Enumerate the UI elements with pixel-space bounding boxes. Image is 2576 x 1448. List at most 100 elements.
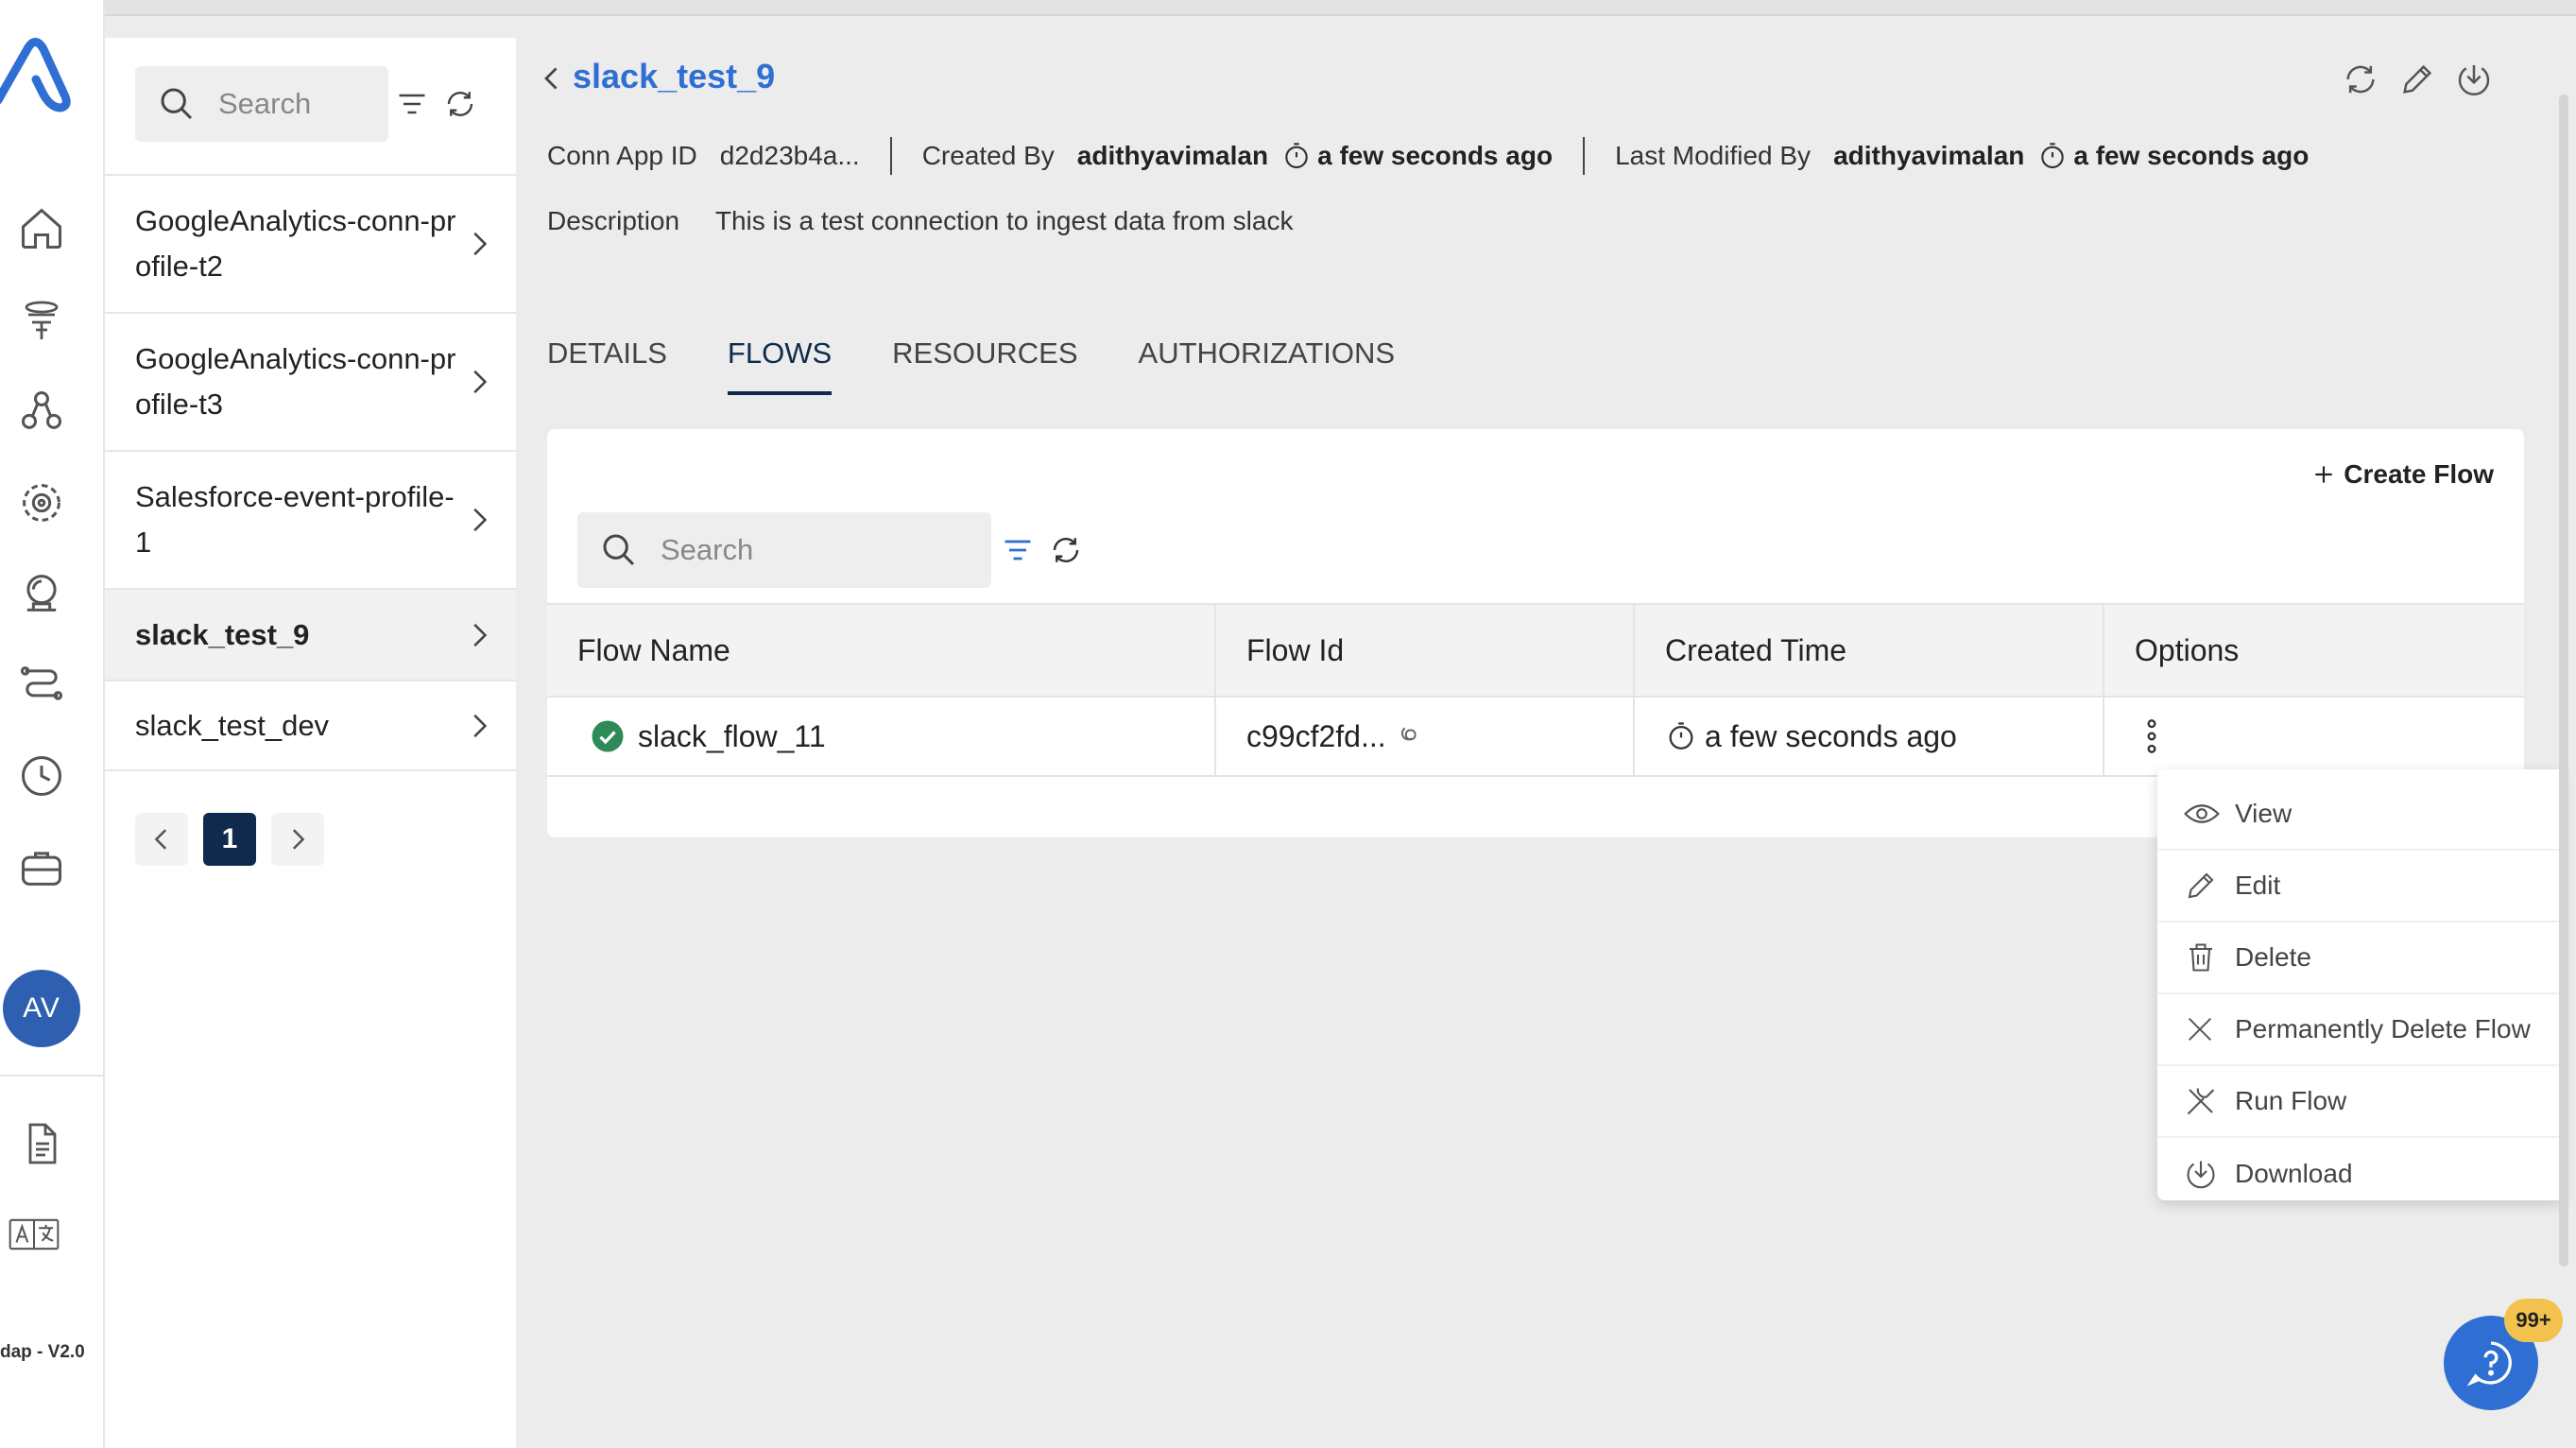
menu-item-permanently-delete[interactable]: Permanently Delete Flow [2157,994,2564,1066]
list-item-label: GoogleAnalytics-conn-pr [135,204,456,237]
connection-list-panel: Search GoogleAnalytics-conn-pr ofile-t2 G… [105,38,516,1448]
list-item[interactable]: Salesforce-event-profile- 1 [105,450,516,588]
conn-app-id-label: Conn App ID [547,141,697,170]
filter-icon[interactable] [394,87,430,121]
detail-tabs: DETAILS FLOWS RESOURCES AUTHORIZATIONS [547,336,1455,395]
monitor-icon[interactable] [13,565,70,622]
settings-icon[interactable] [13,474,70,531]
nav-rail: AV dap - V2.0 [0,0,105,1448]
list-item[interactable]: GoogleAnalytics-conn-pr ofile-t3 [105,312,516,450]
tab-details[interactable]: DETAILS [547,336,667,395]
tools-icon [2184,1084,2222,1118]
list-search-input[interactable]: Search [135,66,388,142]
page-number-button[interactable]: 1 [203,813,256,866]
rail-divider [0,1075,105,1077]
trash-icon [2184,940,2222,974]
filter-icon[interactable] [1000,533,1036,567]
column-header[interactable]: Created Time [1635,605,2104,696]
menu-item-edit[interactable]: Edit [2157,851,2564,922]
close-icon [2184,1013,2222,1045]
menu-item-label: Run Flow [2235,1086,2347,1115]
meta-divider [1583,137,1586,175]
created-time: a few seconds ago [1317,141,1554,170]
list-item[interactable]: GoogleAnalytics-conn-pr ofile-t2 [105,174,516,312]
download-icon[interactable] [2455,60,2493,98]
menu-item-label: View [2235,799,2293,828]
list-item-label: 1 [135,526,152,559]
flow-name[interactable]: slack_flow_11 [638,719,826,754]
refresh-icon[interactable] [1049,533,1083,567]
conn-app-id-value: d2d23b4a... [719,141,860,170]
create-flow-button[interactable]: Create Flow [2311,459,2494,490]
table-row[interactable]: slack_flow_11 c99cf2fd... a few seconds … [547,698,2524,777]
home-icon[interactable] [13,200,70,257]
chevron-right-icon [469,367,489,397]
menu-item-delete[interactable]: Delete [2157,922,2564,994]
menu-item-run-flow[interactable]: Run Flow [2157,1066,2564,1138]
search-icon [603,534,635,566]
copy-icon[interactable] [1396,724,1420,749]
created-by-label: Created By [921,141,1055,170]
chevron-right-icon [469,229,489,259]
pipeline-icon[interactable] [13,657,70,714]
check-circle-icon [591,719,625,753]
translate-icon[interactable] [6,1206,62,1263]
refresh-icon[interactable] [443,87,477,121]
prev-page-button[interactable] [135,813,188,866]
created-time-cell: a few seconds ago [1635,698,2104,775]
table-header: Flow Name Flow Id Created Time Options [547,603,2524,698]
app-version: dap - V2.0 [0,1342,85,1362]
modified-by-user: adithyavimalan [1833,141,2025,170]
briefcase-icon[interactable] [13,839,70,896]
flow-created-time: a few seconds ago [1705,718,1957,753]
flow-id: c99cf2fd... [1246,718,1386,753]
menu-item-view[interactable]: View [2157,779,2564,851]
app-logo-icon[interactable] [0,36,79,121]
timer-icon [1281,141,1312,171]
menu-item-label: Download [2235,1159,2353,1188]
timer-icon [1665,720,1697,752]
list-item-label: ofile-t3 [135,388,224,421]
menu-item-label: Delete [2235,942,2311,972]
menu-item-label: Edit [2235,871,2281,900]
column-header[interactable]: Flow Id [1216,605,1635,696]
flow-id-cell: c99cf2fd... [1216,698,1635,775]
flow-search-placeholder: Search [661,533,754,566]
created-by-user: adithyavimalan [1076,141,1269,170]
tab-resources[interactable]: RESOURCES [892,336,1077,395]
list-item-label: Salesforce-event-profile- [135,480,455,513]
column-header[interactable]: Flow Name [547,605,1216,696]
network-icon[interactable] [13,383,70,440]
chevron-left-icon [154,829,167,850]
list-search-placeholder: Search [218,87,312,120]
tab-flows[interactable]: FLOWS [727,336,833,395]
flow-search-input[interactable]: Search [577,512,991,588]
kebab-menu-icon[interactable] [2144,717,2159,755]
user-avatar[interactable]: AV [3,970,80,1047]
list-item-label: slack_test_9 [135,617,310,651]
next-page-button[interactable] [271,813,324,866]
list-item-label: slack_test_dev [135,708,330,742]
help-chat-icon [2466,1341,2512,1387]
refresh-icon[interactable] [2342,60,2379,98]
column-header: Options [2135,632,2240,667]
menu-item-download[interactable]: Download [2157,1138,2564,1210]
document-icon[interactable] [13,1115,70,1172]
list-item-selected[interactable]: slack_test_9 [105,588,516,680]
list-item[interactable]: slack_test_dev [105,680,516,771]
chevron-right-icon [292,829,305,850]
notification-badge: 99+ [2504,1299,2563,1342]
flows-table: Flow Name Flow Id Created Time Options s… [547,603,2524,777]
main-scrollbar[interactable] [2559,95,2568,1267]
funnel-icon[interactable] [13,292,70,349]
back-chevron-icon[interactable] [543,64,560,93]
top-strip [105,0,2576,16]
clock-icon[interactable] [13,748,70,804]
tab-authorizations[interactable]: AUTHORIZATIONS [1139,336,1396,395]
flow-name-cell: slack_flow_11 [547,698,1216,775]
plus-icon [2315,466,2332,483]
meta-divider [889,137,892,175]
download-icon [2184,1157,2222,1191]
modified-by-label: Last Modified By [1615,141,1812,170]
pencil-icon[interactable] [2398,60,2436,98]
